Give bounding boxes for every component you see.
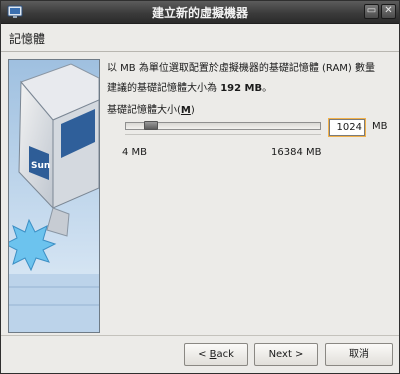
title-bar[interactable]: 建立新的虛擬機器 ▭ ✕ <box>1 1 399 24</box>
recommendation-prefix: 建議的基礎記憶體大小為 <box>107 83 221 94</box>
sun-logo-text: Sun <box>31 161 50 171</box>
memory-label-mnemonic: M <box>180 105 191 116</box>
restore-button[interactable]: ▭ <box>364 4 379 19</box>
page-title: 記憶體 <box>9 32 46 46</box>
memory-slider[interactable] <box>125 121 321 135</box>
memory-label-prefix: 基礎記憶體大小( <box>107 105 181 116</box>
button-separator <box>1 335 399 336</box>
back-button-prefix: < <box>198 349 210 360</box>
wizard-dialog: 建立新的虛擬機器 ▭ ✕ 記憶體 Sun 以 MB 為單位選取配置於虛擬機器的基… <box>0 0 400 374</box>
memory-unit-label: MB <box>372 121 388 132</box>
slider-tick-line <box>125 134 321 137</box>
recommended-value: 192 MB <box>220 83 263 94</box>
back-button-mnemonic: B <box>209 349 217 360</box>
recommendation-suffix: 。 <box>262 83 273 94</box>
page-header: 記憶體 <box>1 24 399 52</box>
close-button[interactable]: ✕ <box>381 4 396 19</box>
description-text: 以 MB 為單位選取配置於虛擬機器的基礎記憶體 (RAM) 數量 <box>107 63 376 74</box>
wizard-side-image: Sun <box>8 59 100 333</box>
cancel-button[interactable]: 取消 <box>325 343 393 366</box>
recommendation-text: 建議的基礎記憶體大小為 192 MB。 <box>107 79 272 94</box>
slider-max-label: 16384 MB <box>271 147 322 158</box>
virtualbox-cube-illustration: Sun <box>9 60 99 332</box>
memory-label-suffix: ) <box>190 105 195 116</box>
memory-size-label: 基礎記憶體大小(M) <box>107 101 195 116</box>
slider-min-label: 4 MB <box>122 147 148 158</box>
virtualbox-app-icon <box>7 5 23 18</box>
back-button[interactable]: < Back <box>184 343 248 366</box>
back-button-suffix: ack <box>216 349 234 360</box>
slider-thumb[interactable] <box>144 121 158 130</box>
memory-size-input[interactable]: 1024 <box>328 118 366 137</box>
next-button[interactable]: Next > <box>254 343 318 366</box>
window-title: 建立新的虛擬機器 <box>151 6 248 20</box>
